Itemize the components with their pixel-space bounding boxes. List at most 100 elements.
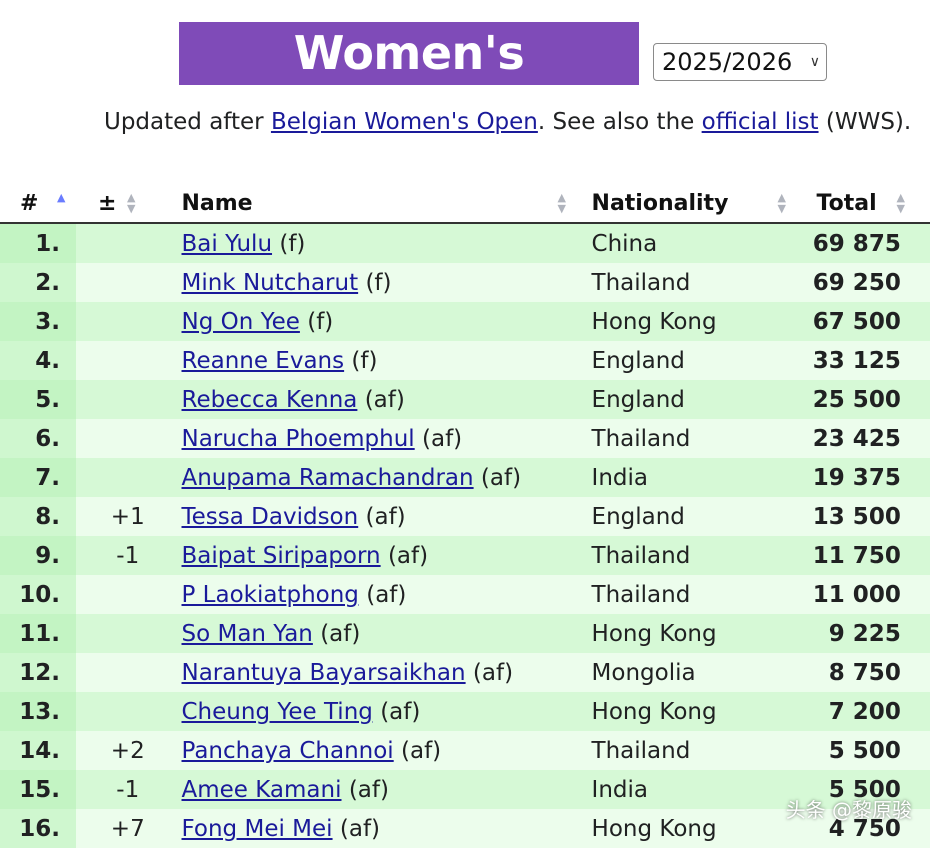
player-link[interactable]: Cheung Yee Ting xyxy=(182,699,373,725)
player-link[interactable]: Tessa Davidson xyxy=(182,504,359,530)
total-cell: 25 500 xyxy=(796,380,913,419)
player-tag: (af) xyxy=(401,737,442,764)
rank-cell: 14. xyxy=(0,731,76,770)
table-row: 5.Rebecca Kenna (af)England25 500– xyxy=(0,380,930,419)
player-link[interactable]: Baipat Siripaporn xyxy=(182,543,381,569)
official-list-link[interactable]: official list xyxy=(702,109,819,135)
extra-cell: – xyxy=(912,614,930,653)
name-cell: Mink Nutcharut (f) xyxy=(179,263,589,302)
season-select-value: 2025/2026 xyxy=(662,48,793,76)
player-tag: (f) xyxy=(365,269,392,296)
total-cell: 19 375 xyxy=(796,458,913,497)
rank-cell: 2. xyxy=(0,263,76,302)
column-header-total[interactable]: Total ▲ ▼ xyxy=(796,184,913,224)
player-link[interactable]: Amee Kamani xyxy=(182,777,342,803)
nationality-cell: Mongolia xyxy=(588,653,797,692)
player-tag: (af) xyxy=(364,386,405,413)
player-link[interactable]: Ng On Yee xyxy=(182,309,300,335)
extra-cell xyxy=(912,692,930,731)
player-tag: (af) xyxy=(348,776,389,803)
total-cell: 23 425 xyxy=(796,419,913,458)
player-tag: (af) xyxy=(366,581,407,608)
player-tag: (f) xyxy=(279,230,306,257)
player-link[interactable]: Rebecca Kenna xyxy=(182,387,358,413)
change-cell xyxy=(76,341,180,380)
total-cell: 13 500 xyxy=(796,497,913,536)
player-tag: (af) xyxy=(387,542,429,569)
total-cell: 33 125 xyxy=(796,341,913,380)
player-tag: (af) xyxy=(339,815,381,842)
updated-suffix: (WWS). xyxy=(818,109,912,135)
table-row: 2. Mink Nutcharut (f) Thailand 69 250 xyxy=(0,263,930,302)
player-link[interactable]: Fong Mei Mei xyxy=(182,816,333,842)
player-link[interactable]: Bai Yulu xyxy=(182,231,273,257)
nationality-cell: Thailand xyxy=(588,575,797,614)
name-cell: Tessa Davidson (af) xyxy=(179,497,589,536)
player-link[interactable]: Panchaya Channoi xyxy=(182,738,394,764)
extra-cell xyxy=(912,263,930,302)
sort-icon[interactable]: ▲ ▼ xyxy=(778,192,786,214)
name-cell: Bai Yulu (f) xyxy=(179,223,589,263)
column-header-change[interactable]: ± ▲ ▼ xyxy=(76,184,180,224)
column-header-nationality[interactable]: Nationality ▲ ▼ xyxy=(588,184,797,224)
change-cell xyxy=(76,458,180,497)
total-cell: 5 500 xyxy=(796,731,913,770)
player-link[interactable]: P Laokiatphong xyxy=(182,582,359,608)
player-link[interactable]: So Man Yan xyxy=(182,621,313,647)
sort-icon[interactable]: ▲ ▼ xyxy=(127,192,135,214)
page-header: Women's Rankings 2025/2026 ∨ Updated aft… xyxy=(0,0,930,160)
change-cell: -1 xyxy=(76,770,180,809)
column-header-nationality-label: Nationality xyxy=(591,190,729,216)
name-cell: Rebecca Kenna (af) xyxy=(179,380,589,419)
page-title: Women's Rankings xyxy=(179,22,639,143)
rank-cell: 12. xyxy=(0,653,76,692)
chevron-down-icon: ∨ xyxy=(809,54,820,70)
name-cell: Panchaya Channoi (af) xyxy=(179,731,589,770)
extra-cell xyxy=(912,731,930,770)
sort-icon[interactable]: ▲ ▼ xyxy=(558,192,566,214)
player-link[interactable]: Narantuya Bayarsaikhan xyxy=(182,660,466,686)
nationality-cell: Hong Kong xyxy=(588,809,797,848)
player-tag: (af) xyxy=(365,503,406,530)
name-cell: So Man Yan (af) xyxy=(179,614,589,653)
column-header-name-label: Name xyxy=(181,190,253,216)
belgian-open-link[interactable]: Belgian Women's Open xyxy=(271,109,538,135)
rank-cell: 7. xyxy=(0,458,76,497)
change-cell xyxy=(76,653,180,692)
name-cell: Ng On Yee (f) xyxy=(179,302,589,341)
nationality-cell: England xyxy=(588,497,797,536)
column-header-name[interactable]: Name ▲ ▼ xyxy=(179,184,589,224)
table-row: 13. Cheung Yee Ting (af) Hong Kong 7 200 xyxy=(0,692,930,731)
rank-cell: 13. xyxy=(0,692,76,731)
nationality-cell: Thailand xyxy=(588,419,797,458)
sort-ascending-icon[interactable]: ▲ xyxy=(57,192,65,203)
rank-cell: 8. xyxy=(0,497,76,536)
player-link[interactable]: Narucha Phoemphul xyxy=(182,426,415,452)
total-cell: 11 750 xyxy=(796,536,913,575)
player-link[interactable]: Reanne Evans xyxy=(182,348,345,374)
rankings-table: # ▲ ± ▲ ▼ Name ▲ ▼ Nationality ▲ ▼ Total ▲ ▼… xyxy=(0,184,930,848)
player-link[interactable]: Anupama Ramachandran xyxy=(182,465,474,491)
column-header-rank[interactable]: # ▲ xyxy=(0,184,76,224)
change-cell: +7 xyxy=(76,809,180,848)
table-header-row: # ▲ ± ▲ ▼ Name ▲ ▼ Nationality ▲ ▼ Total ▲ ▼ xyxy=(0,184,930,224)
sort-icon[interactable]: ▲ ▼ xyxy=(897,192,905,214)
nationality-cell: China xyxy=(588,223,797,263)
nationality-cell: India xyxy=(588,458,797,497)
name-cell: Fong Mei Mei (af) xyxy=(179,809,589,848)
watermark: 头条 @黎原骏 xyxy=(785,798,912,822)
updated-middle: . See also the xyxy=(537,109,702,135)
name-cell: P Laokiatphong (af) xyxy=(179,575,589,614)
extra-cell xyxy=(912,223,930,263)
player-link[interactable]: Mink Nutcharut xyxy=(182,270,359,296)
extra-cell: – xyxy=(912,536,930,575)
total-cell: 9 225 xyxy=(796,614,913,653)
season-select[interactable]: 2025/2026 ∨ xyxy=(653,43,827,81)
name-cell: Amee Kamani (af) xyxy=(179,770,589,809)
total-cell: 8 750 xyxy=(796,653,913,692)
table-row: 11.So Man Yan (af)Hong Kong9 225– xyxy=(0,614,930,653)
